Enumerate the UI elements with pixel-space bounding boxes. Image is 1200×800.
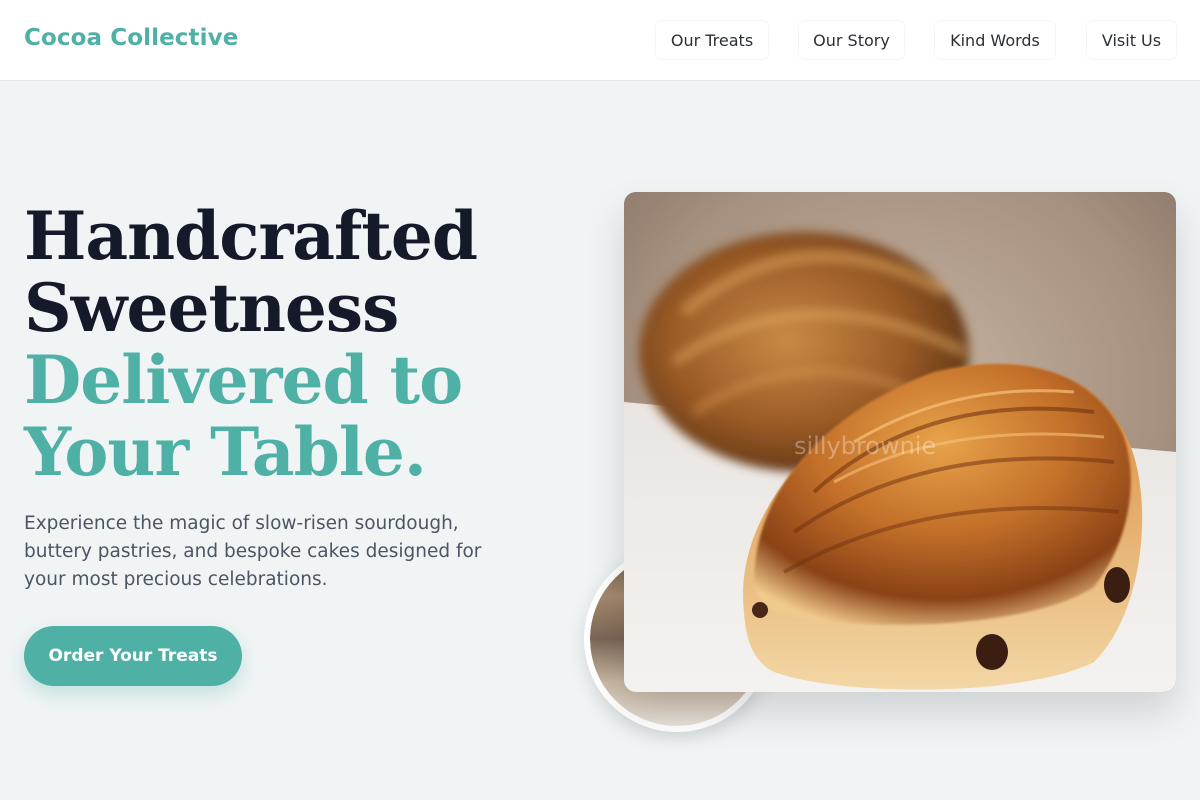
photo-watermark: sillybrownie	[794, 432, 936, 460]
headline-line-3: Delivered to	[24, 341, 463, 419]
site-header: Cocoa Collective Our Treats Our Story Ki…	[0, 0, 1200, 81]
pastry-photo-illustration: sillybrownie	[624, 192, 1176, 692]
nav-link-our-story[interactable]: Our Story	[799, 21, 904, 59]
nav-link-visit-us[interactable]: Visit Us	[1087, 21, 1176, 59]
pastry-hero-image: sillybrownie	[624, 192, 1176, 692]
brand-logo[interactable]: Cocoa Collective	[24, 25, 238, 51]
nav-link-kind-words[interactable]: Kind Words	[935, 21, 1055, 59]
hero-description: Experience the magic of slow-risen sourd…	[24, 513, 482, 590]
order-treats-button[interactable]: Order Your Treats	[24, 626, 242, 686]
headline-line-1: Handcrafted	[24, 197, 478, 275]
hero-headline: Handcrafted Sweetness Delivered to Your …	[24, 200, 584, 488]
headline-line-2: Sweetness	[24, 269, 399, 347]
headline-line-4: Your Table.	[24, 413, 427, 491]
nav-link-our-treats[interactable]: Our Treats	[656, 21, 768, 59]
